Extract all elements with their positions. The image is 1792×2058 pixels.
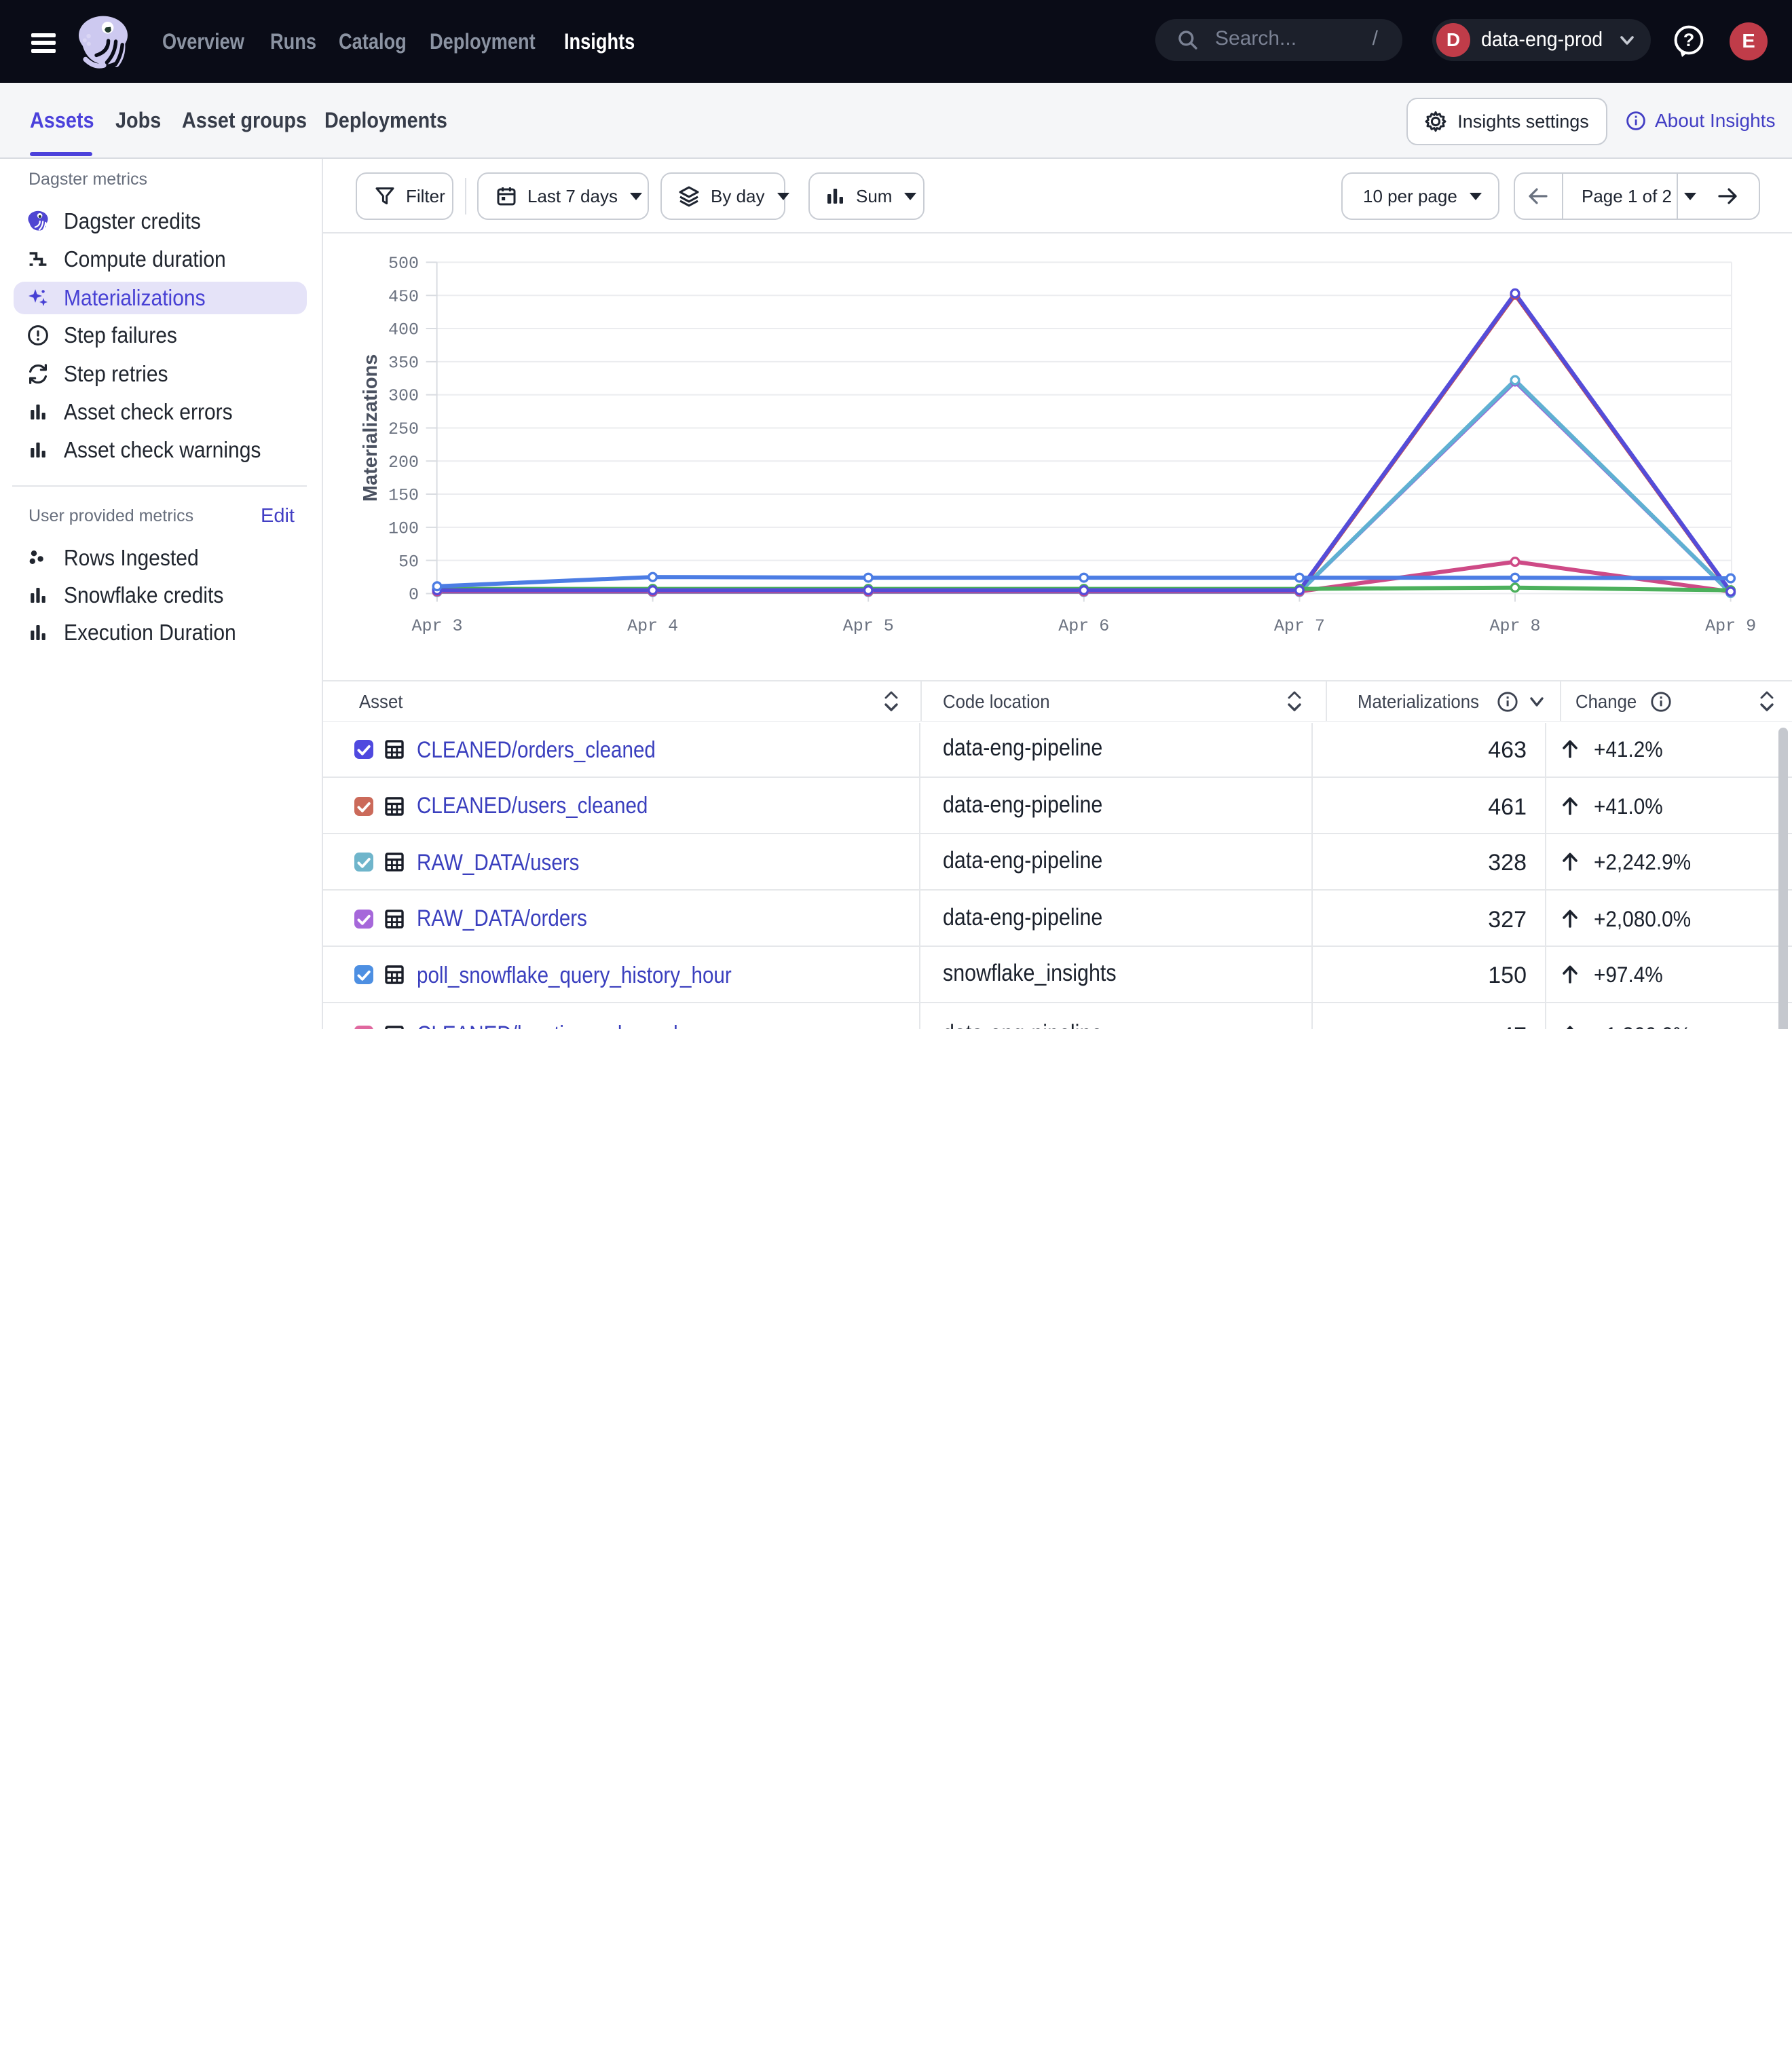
svg-text:?: ? [1683,30,1695,50]
svg-text:Apr 8: Apr 8 [1489,616,1540,636]
svg-text:350: 350 [388,353,419,373]
svg-text:0: 0 [409,585,419,605]
svg-text:Materializations: Materializations [360,354,381,502]
svg-text:500: 500 [388,254,419,274]
svg-text:Apr 6: Apr 6 [1058,616,1109,636]
svg-text:Apr 7: Apr 7 [1274,616,1325,636]
svg-text:200: 200 [388,453,419,472]
svg-text:250: 250 [388,419,419,439]
svg-text:100: 100 [388,519,419,538]
svg-text:50: 50 [398,552,419,572]
svg-text:Apr 5: Apr 5 [843,616,894,636]
svg-text:Apr 9: Apr 9 [1705,616,1756,636]
svg-text:450: 450 [388,287,419,307]
svg-text:400: 400 [388,320,419,340]
svg-text:Apr 4: Apr 4 [627,616,678,636]
svg-text:Apr 3: Apr 3 [411,616,462,636]
svg-text:300: 300 [388,386,419,406]
svg-text:150: 150 [388,486,419,506]
